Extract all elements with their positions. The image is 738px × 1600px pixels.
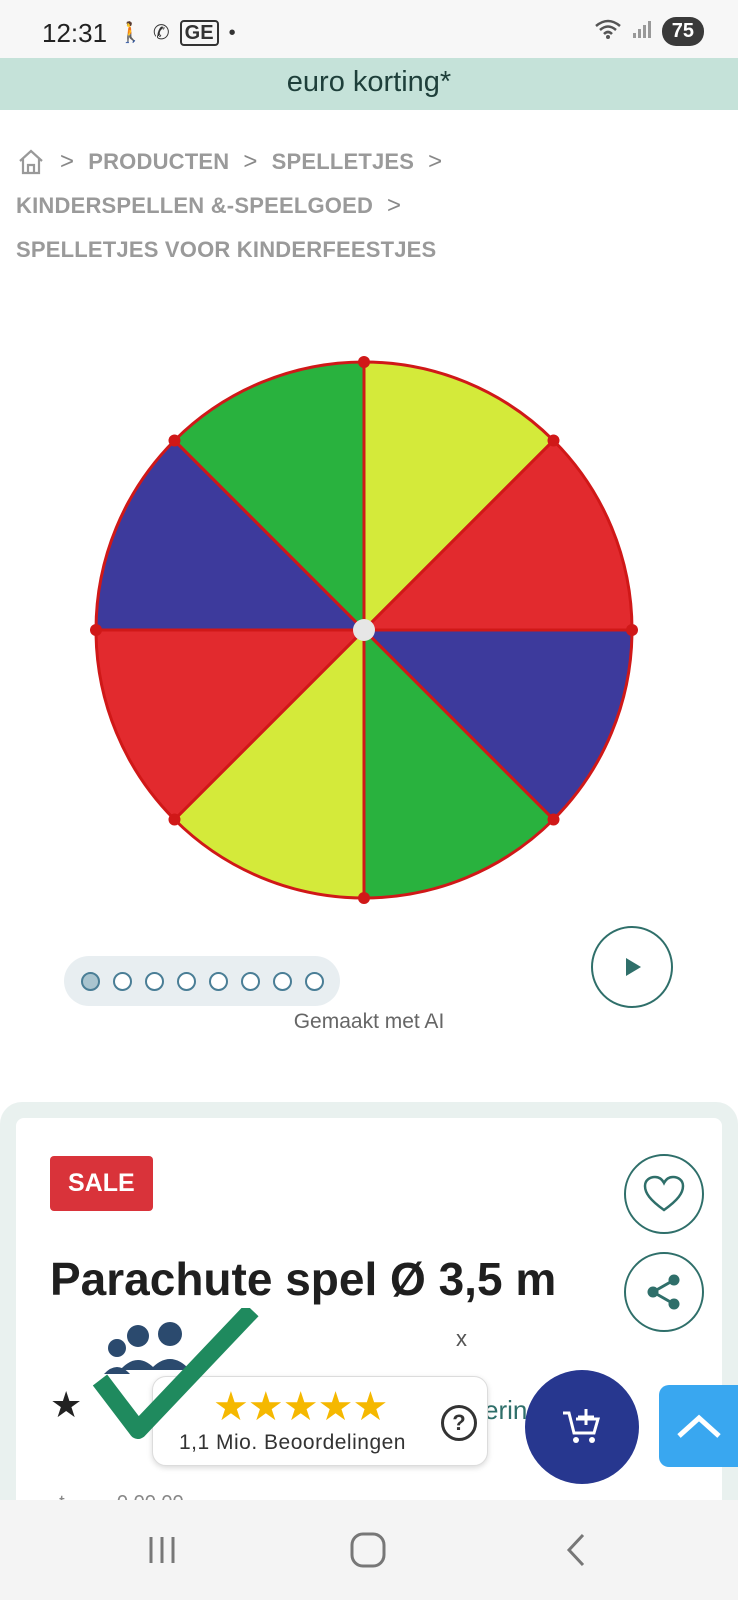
walk-icon: 🚶 [118, 22, 143, 44]
share-icon [647, 1274, 680, 1310]
breadcrumb-item-producten[interactable]: PRODUCTEN [88, 149, 229, 175]
heart-icon [643, 1175, 685, 1212]
whatsapp-icon: ✆ [152, 22, 170, 44]
system-navigation-bar [0, 1500, 738, 1600]
sale-badge: SALE [50, 1156, 153, 1211]
breadcrumb-item-spelletjes[interactable]: SPELLETJES [272, 149, 415, 175]
share-button[interactable] [624, 1252, 704, 1332]
status-notification-icons: 🚶 ✆ GE • [118, 20, 236, 46]
product-gallery[interactable] [16, 300, 722, 1008]
favorite-button[interactable] [624, 1154, 704, 1234]
chevron-right-icon: > [428, 148, 443, 175]
product-image-parachute[interactable] [84, 350, 644, 910]
chevron-up-icon [676, 1414, 721, 1438]
signal-icon [632, 19, 652, 45]
product-title: Parachute spel Ø 3,5 m [50, 1253, 557, 1305]
home-icon[interactable] [16, 147, 46, 177]
back-chevron-icon [566, 1533, 585, 1567]
breadcrumb-line-1: > PRODUCTEN > SPELLETJES > [16, 140, 716, 184]
status-time: 12:31 [42, 18, 108, 48]
promo-banner[interactable]: euro korting* [0, 58, 738, 110]
home-circle-icon [350, 1532, 386, 1568]
ai-caption: Gemaakt met AI [293, 1010, 445, 1033]
help-icon[interactable]: ? [441, 1405, 477, 1441]
gd-icon: GE [179, 20, 219, 46]
gallery-dot-3[interactable] [144, 971, 164, 991]
gallery-dot-7[interactable] [272, 971, 292, 991]
rating-star-icon[interactable]: ★ [50, 1384, 82, 1426]
wifi-icon [594, 18, 622, 46]
status-bar: 12:31 🚶 ✆ GE • 75 [0, 0, 738, 58]
gallery-pagination [64, 956, 340, 1006]
gallery-dot-8[interactable] [304, 971, 324, 991]
gallery-dot-6[interactable] [240, 971, 260, 991]
breadcrumb-line-2: KINDERSPELLEN &-SPEELGOED > [16, 184, 716, 228]
breadcrumb: > PRODUCTEN > SPELLETJES > KINDERSPELLEN… [16, 140, 716, 272]
breadcrumb-line-3: SPELLETJES VOOR KINDERFEESTJES [16, 228, 716, 272]
status-system-icons: 75 [594, 17, 704, 46]
play-video-button[interactable] [591, 926, 673, 1008]
breadcrumb-item-kinderspellen[interactable]: KINDERSPELLEN &-SPEELGOED [16, 193, 373, 219]
promo-text: euro korting* [286, 66, 452, 98]
chevron-right-icon: > [243, 148, 258, 175]
gallery-dot-5[interactable] [208, 971, 228, 991]
home-button[interactable] [338, 1528, 398, 1572]
recent-apps-button[interactable] [132, 1528, 192, 1572]
chevron-right-icon: > [60, 148, 75, 175]
back-button[interactable] [546, 1528, 606, 1572]
breadcrumb-item-kinderfeestjes[interactable]: SPELLETJES VOOR KINDERFEESTJES [16, 237, 436, 263]
gallery-dot-4[interactable] [176, 971, 196, 991]
trust-badge-logo [92, 1308, 259, 1439]
trust-widget[interactable]: ★★★★★ 1,1 Mio. Beoordelingen ? [90, 1308, 494, 1478]
dot-icon: • [228, 22, 236, 44]
scroll-to-top-button[interactable] [659, 1385, 738, 1467]
recent-apps-icon [149, 1537, 175, 1563]
battery-indicator: 75 [661, 17, 704, 46]
cart-add-icon [563, 1409, 600, 1443]
add-to-cart-button[interactable] [525, 1370, 639, 1484]
gallery-dot-1[interactable] [80, 971, 100, 991]
gallery-dot-2[interactable] [112, 971, 132, 991]
play-icon [626, 958, 641, 976]
chevron-right-icon: > [387, 192, 402, 219]
